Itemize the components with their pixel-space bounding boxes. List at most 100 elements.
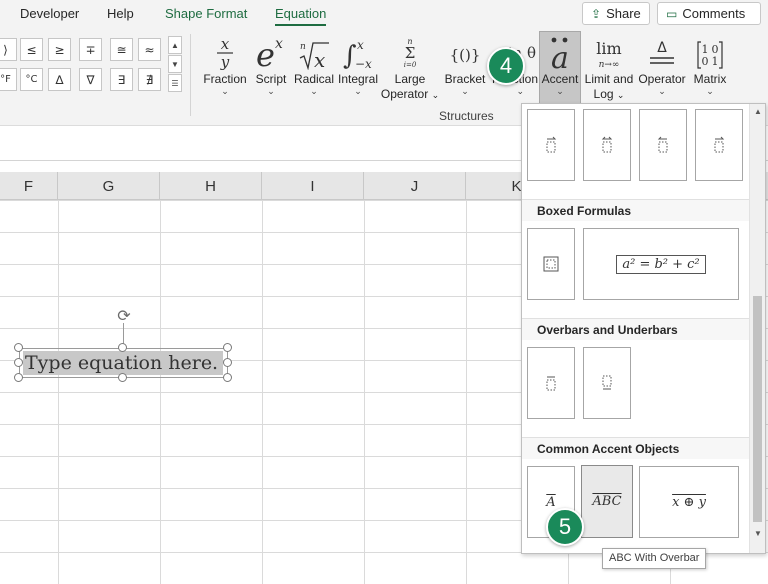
resize-handle[interactable] — [14, 358, 23, 367]
bracket-icon: {()} — [449, 46, 481, 64]
symbol-button[interactable]: ∓ — [79, 38, 102, 61]
svg-text:x: x — [314, 48, 325, 70]
resize-handle[interactable] — [223, 358, 232, 367]
underbar-tile[interactable] — [583, 347, 631, 419]
resize-handle[interactable] — [223, 373, 232, 382]
accent-template-tile[interactable] — [583, 109, 631, 181]
symbols-scroll-up[interactable]: ▲ — [168, 36, 182, 54]
accent-template-tile[interactable] — [639, 109, 687, 181]
accent-gallery: Boxed Formulas a² = b² + c² Overbars and… — [521, 103, 766, 554]
abc-overbar-label: ABC — [592, 494, 622, 509]
tab-developer[interactable]: Developer — [20, 6, 79, 21]
chevron-down-icon: ⌄ — [658, 86, 666, 96]
share-icon: ⇪ — [591, 6, 602, 21]
step-callout-4: 4 — [487, 47, 525, 85]
accent-template-icon — [546, 136, 557, 153]
column-header-h[interactable]: H — [160, 172, 262, 200]
fraction-label: Fraction — [203, 72, 247, 86]
chevron-down-icon: ⌄ — [221, 86, 229, 96]
symbol-button[interactable]: ⟩ — [0, 38, 17, 61]
gallery-scrollbar[interactable]: ▲ ▼ — [749, 104, 765, 553]
chevron-down-icon: ⌄ — [431, 90, 440, 100]
comments-button[interactable]: ▭ Comments — [657, 2, 761, 25]
ribbon-separator — [190, 34, 191, 116]
resize-handle[interactable] — [118, 343, 127, 352]
boxed-formula-tile[interactable] — [527, 228, 575, 300]
step-callout-5: 5 — [546, 508, 584, 546]
resize-handle[interactable] — [223, 343, 232, 352]
scroll-down-icon[interactable]: ▼ — [753, 529, 763, 539]
svg-text:Δ: Δ — [657, 40, 667, 56]
symbol-button[interactable]: ∃ — [110, 68, 133, 91]
chevron-down-icon: ⌄ — [616, 90, 625, 100]
fraction-button[interactable]: xy Fraction ⌄ — [200, 32, 250, 104]
rotate-handle-icon[interactable]: ⟳ — [114, 305, 134, 325]
accent-template-tile[interactable] — [527, 109, 575, 181]
chevron-up-icon: ▲ — [171, 40, 179, 50]
limit-log-button[interactable]: lim n→∞ Limit and Log ⌄ — [583, 32, 635, 104]
column-header-i[interactable]: I — [262, 172, 364, 200]
chevron-down-icon: ▼ — [171, 59, 179, 69]
share-button[interactable]: ⇪ Share — [582, 2, 650, 25]
radical-label: Radical — [293, 72, 335, 86]
svg-text:y: y — [220, 53, 230, 70]
accent-template-icon — [714, 136, 725, 153]
symbol-button[interactable]: ∆ — [48, 68, 71, 91]
matrix-icon: 1001 — [688, 32, 732, 70]
boxed-formula-example-tile[interactable]: a² = b² + c² — [583, 228, 739, 300]
symbol-button[interactable]: ≤ — [20, 38, 43, 61]
accent-template-tile[interactable] — [695, 109, 743, 181]
symbol-button[interactable]: ≥ — [48, 38, 71, 61]
x-oplus-y-overbar-tile[interactable]: x ⊕ y — [639, 466, 739, 538]
bracket-button[interactable]: {()} Bracket ⌄ — [442, 32, 488, 104]
column-header-j[interactable]: J — [364, 172, 466, 200]
operator-label: Operator — [638, 72, 686, 86]
svg-text:x: x — [357, 38, 364, 52]
chevron-down-icon: ⌄ — [556, 86, 564, 96]
integral-button[interactable]: ∫ x −x Integral ⌄ — [336, 32, 380, 104]
symbol-button[interactable]: °C — [20, 68, 43, 91]
accent-label: Accent — [541, 72, 579, 86]
accent-button[interactable]: a Accent ⌄ — [539, 31, 581, 105]
ribbon-tab-bar: Developer Help Shape Format Equation ⇪ S… — [0, 0, 768, 28]
symbol-button[interactable]: ≈ — [138, 38, 161, 61]
tab-equation[interactable]: Equation — [275, 6, 327, 26]
section-boxed-formulas: Boxed Formulas — [522, 199, 750, 221]
resize-handle[interactable] — [14, 373, 23, 382]
symbols-more[interactable]: ☰ — [168, 74, 182, 92]
abc-overbar-tile[interactable]: ABC — [581, 465, 633, 538]
script-label: Script — [255, 72, 287, 86]
symbol-button[interactable]: ∄ — [138, 68, 161, 91]
tab-help[interactable]: Help — [107, 6, 134, 21]
fraction-icon: xy — [200, 32, 250, 70]
symbol-button[interactable]: ∇ — [79, 68, 102, 91]
tab-shape-format[interactable]: Shape Format — [165, 6, 247, 21]
scrollbar-thumb[interactable] — [753, 296, 762, 522]
chevron-down-icon: ⌄ — [706, 86, 714, 96]
underbar-icon — [602, 375, 612, 390]
overbar-tile[interactable] — [527, 347, 575, 419]
boxed-formula-example: a² = b² + c² — [616, 254, 706, 274]
scroll-up-icon[interactable]: ▲ — [753, 107, 763, 117]
svg-text:i=0: i=0 — [404, 61, 417, 69]
matrix-button[interactable]: 1001 Matrix ⌄ — [688, 32, 732, 104]
svg-text:a: a — [551, 41, 569, 70]
svg-text:lim: lim — [596, 39, 621, 58]
resize-handle[interactable] — [14, 343, 23, 352]
chevron-down-icon: ⌄ — [267, 86, 275, 96]
script-button[interactable]: ex Script ⌄ — [252, 32, 290, 104]
accent-template-icon — [601, 136, 613, 153]
resize-handle[interactable] — [118, 373, 127, 382]
operator-button[interactable]: Δ Operator ⌄ — [636, 32, 688, 104]
symbol-button[interactable]: ≅ — [110, 38, 133, 61]
symbol-button[interactable]: °F — [0, 68, 17, 91]
large-operator-button[interactable]: n Σi=0 Large Operator ⌄ — [380, 32, 440, 104]
radical-button[interactable]: nx Radical ⌄ — [292, 32, 336, 104]
equation-placeholder[interactable]: Type equation here. — [23, 351, 223, 375]
chevron-down-icon: ⌄ — [310, 86, 318, 96]
symbols-scroll-down[interactable]: ▼ — [168, 55, 182, 73]
chevron-down-icon: ⌄ — [354, 86, 362, 96]
column-header-f[interactable]: F — [0, 172, 58, 200]
column-header-g[interactable]: G — [58, 172, 160, 200]
svg-text:x: x — [221, 36, 230, 53]
